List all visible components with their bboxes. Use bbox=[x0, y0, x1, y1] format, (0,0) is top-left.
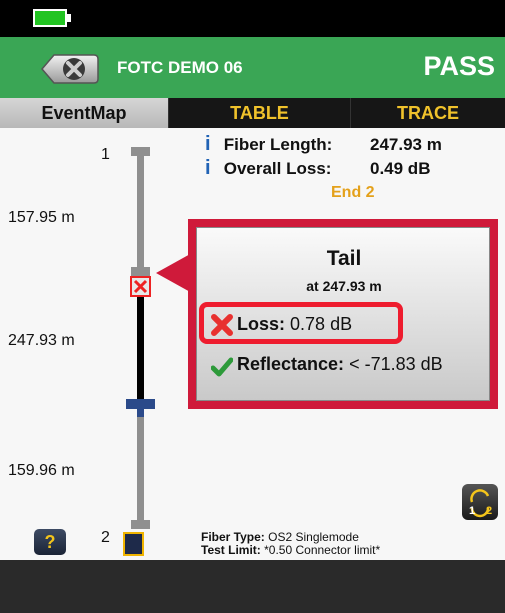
test-name: FOTC DEMO 06 bbox=[117, 58, 243, 77]
event-map-diagram bbox=[123, 147, 155, 556]
fail-x-icon bbox=[211, 314, 233, 336]
end-event-number: 2 bbox=[101, 529, 110, 546]
svg-text:2: 2 bbox=[486, 505, 492, 517]
distance-2: 247.93 m bbox=[8, 332, 75, 349]
overall-loss-value: 0.49 dB bbox=[370, 159, 431, 178]
test-limit-label: Test Limit: bbox=[201, 543, 261, 557]
svg-text:1: 1 bbox=[469, 505, 475, 517]
test-limit-row: Test Limit: *0.50 Connector limit* bbox=[201, 543, 380, 557]
fiber-length-value: 247.93 m bbox=[370, 135, 442, 154]
footer-bar bbox=[0, 560, 505, 613]
swap-ends-icon: 1 2 bbox=[469, 489, 492, 518]
fiber-segment-1 bbox=[137, 150, 144, 275]
distance-1: 157.95 m bbox=[8, 209, 75, 226]
fiber-length-label: Fiber Length: bbox=[223, 135, 333, 154]
fiber-length-row: i Fiber Length: bbox=[205, 133, 332, 156]
distance-3: 159.96 m bbox=[8, 462, 75, 479]
splice-event-marker bbox=[126, 399, 155, 409]
header-bar: FOTC DEMO 06 PASS bbox=[0, 37, 505, 98]
reflectance-row: Reflectance: < -71.83 dB bbox=[237, 354, 443, 375]
help-button[interactable]: ? bbox=[34, 529, 66, 555]
fiber-segment-3 bbox=[137, 410, 144, 520]
tab-eventmap[interactable]: EventMap bbox=[0, 98, 168, 128]
tab-bar: EventMap TABLE TRACE bbox=[0, 98, 505, 128]
battery-icon bbox=[33, 9, 67, 27]
fiber-type-row: Fiber Type: OS2 Singlemode bbox=[201, 530, 359, 544]
tail-event-marker bbox=[131, 267, 150, 276]
event-position: at 247.93 m bbox=[306, 278, 382, 294]
battery-terminal bbox=[67, 14, 71, 22]
event-detail-card: Tail at 247.93 m Loss: 0.78 dB Reflectan… bbox=[196, 227, 490, 401]
swap-ends-button[interactable]: 1 2 bbox=[462, 484, 498, 520]
event-2-marker bbox=[131, 520, 150, 529]
reflectance-value: < -71.83 dB bbox=[349, 354, 443, 374]
fiber-type-label: Fiber Type: bbox=[201, 530, 265, 544]
fiber-type-value: OS2 Singlemode bbox=[268, 530, 359, 544]
popup-pointer bbox=[156, 253, 192, 293]
close-icon[interactable] bbox=[40, 53, 100, 85]
test-limit-value: *0.50 Connector limit* bbox=[264, 543, 381, 557]
loss-row: Loss: 0.78 dB bbox=[237, 314, 352, 335]
fiber-segment-2 bbox=[137, 290, 144, 400]
end-connector-icon bbox=[123, 532, 144, 556]
status-bar bbox=[0, 0, 505, 37]
info-icon: i bbox=[205, 157, 211, 179]
info-icon: i bbox=[205, 133, 211, 155]
end-label: End 2 bbox=[331, 184, 375, 201]
reflectance-label: Reflectance: bbox=[237, 354, 345, 374]
event-detail-popup[interactable]: Tail at 247.93 m Loss: 0.78 dB Reflectan… bbox=[188, 219, 498, 409]
result-status: PASS bbox=[423, 51, 495, 81]
start-event-number: 1 bbox=[101, 146, 110, 163]
overall-loss-row: i Overall Loss: bbox=[205, 157, 331, 180]
tab-trace[interactable]: TRACE bbox=[350, 98, 505, 128]
event-type-title: Tail bbox=[326, 247, 362, 270]
loss-value: 0.78 dB bbox=[290, 314, 353, 334]
tab-table[interactable]: TABLE bbox=[168, 98, 350, 128]
overall-loss-label: Overall Loss: bbox=[223, 159, 332, 178]
pass-check-icon bbox=[211, 357, 233, 377]
event-1-marker bbox=[131, 147, 150, 156]
loss-label: Loss: bbox=[237, 314, 286, 334]
